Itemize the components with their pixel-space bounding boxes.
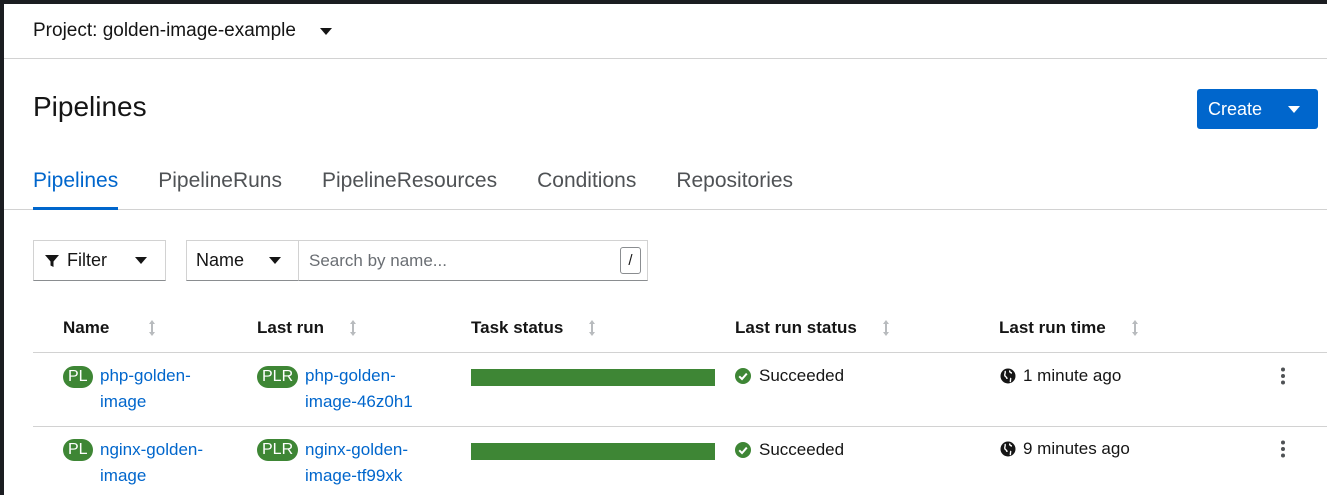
sort-icon bbox=[350, 320, 357, 336]
kebab-icon bbox=[1281, 367, 1285, 385]
tab-pipelineresources[interactable]: PipelineResources bbox=[322, 160, 497, 209]
row-divider bbox=[33, 352, 1327, 353]
tab-pipelines[interactable]: Pipelines bbox=[33, 160, 119, 210]
run-time: 1 minute ago bbox=[1000, 366, 1121, 386]
create-button[interactable]: Create bbox=[1197, 89, 1318, 129]
filter-label: Filter bbox=[67, 250, 107, 270]
column-header-last-run-status[interactable]: Last run status bbox=[735, 318, 891, 338]
run-time-text: 9 minutes ago bbox=[1023, 439, 1130, 458]
pipelinerun-badge: PLR bbox=[257, 366, 299, 388]
row-actions-kebab[interactable] bbox=[1274, 365, 1292, 387]
row-actions-kebab[interactable] bbox=[1274, 438, 1292, 460]
nav-edge bbox=[0, 0, 4, 495]
pipeline-name-link[interactable]: php-golden- image bbox=[100, 363, 191, 415]
sort-icon bbox=[149, 320, 156, 336]
column-header-label: Name bbox=[63, 318, 110, 337]
create-label: Create bbox=[1208, 98, 1263, 119]
pipelinerun-link[interactable]: php-golden- image-46z0h1 bbox=[305, 363, 413, 415]
globe-icon bbox=[1000, 441, 1016, 457]
pipeline-badge: PL bbox=[63, 366, 93, 388]
search-box: / bbox=[298, 240, 648, 281]
check-circle-icon bbox=[735, 368, 751, 384]
project-bar: Project: golden-image-example bbox=[4, 4, 1327, 59]
column-header-name[interactable]: Name bbox=[63, 318, 157, 338]
caret-down-icon bbox=[1288, 105, 1301, 113]
pipelinerun-badge: PLR bbox=[257, 439, 299, 461]
column-header-label: Last run bbox=[257, 318, 325, 337]
pipelinerun-link[interactable]: nginx-golden- image-tf99xk bbox=[305, 437, 408, 489]
tab-pipelineruns[interactable]: PipelineRuns bbox=[158, 160, 282, 209]
column-header-task-status[interactable]: Task status bbox=[471, 318, 597, 338]
run-status-text: Succeeded bbox=[759, 366, 845, 385]
link-line: php-golden- bbox=[305, 366, 396, 385]
globe-icon bbox=[1000, 368, 1016, 384]
column-header-last-run-time[interactable]: Last run time bbox=[999, 318, 1140, 338]
link-line: image-tf99xk bbox=[305, 466, 403, 485]
project-label: Project: golden-image-example bbox=[33, 20, 296, 41]
filter-icon bbox=[45, 254, 59, 267]
search-field-select[interactable]: Name bbox=[186, 240, 299, 281]
search-field-label: Name bbox=[196, 250, 245, 270]
sort-icon bbox=[589, 320, 596, 336]
caret-down-icon bbox=[269, 257, 282, 264]
link-line: php-golden- bbox=[100, 366, 191, 385]
keyboard-shortcut-hint: / bbox=[620, 247, 641, 274]
link-line: image-46z0h1 bbox=[305, 392, 413, 411]
link-line: nginx-golden- bbox=[305, 440, 409, 459]
page-title: Pipelines bbox=[33, 91, 147, 122]
column-header-label: Last run time bbox=[999, 318, 1106, 337]
run-status-text: Succeeded bbox=[759, 440, 845, 459]
caret-down-icon bbox=[135, 257, 147, 264]
check-circle-icon bbox=[735, 442, 751, 458]
row-divider bbox=[33, 426, 1327, 427]
tab-repositories[interactable]: Repositories bbox=[676, 160, 793, 209]
tab-bar: Pipelines PipelineRuns PipelineResources… bbox=[4, 160, 1327, 210]
project-selector[interactable]: Project: golden-image-example bbox=[33, 11, 332, 51]
run-status: Succeeded bbox=[735, 440, 844, 460]
task-status-bar[interactable] bbox=[471, 443, 715, 460]
run-time: 9 minutes ago bbox=[1000, 439, 1130, 459]
column-header-label: Last run status bbox=[735, 318, 857, 337]
link-line: nginx-golden- bbox=[100, 440, 204, 459]
column-header-last-run[interactable]: Last run bbox=[257, 318, 358, 338]
pipeline-badge: PL bbox=[63, 439, 93, 461]
kebab-icon bbox=[1281, 440, 1285, 458]
link-line: image bbox=[100, 466, 147, 485]
link-line: image bbox=[100, 392, 147, 411]
tab-conditions[interactable]: Conditions bbox=[537, 160, 636, 209]
filter-dropdown[interactable]: Filter bbox=[33, 240, 166, 281]
caret-down-icon bbox=[319, 27, 332, 35]
column-header-label: Task status bbox=[471, 318, 564, 337]
sort-icon bbox=[1131, 320, 1138, 336]
pipeline-name-link[interactable]: nginx-golden- image bbox=[100, 437, 203, 489]
task-status-bar[interactable] bbox=[471, 369, 715, 386]
search-input[interactable] bbox=[309, 250, 609, 271]
sort-icon bbox=[882, 320, 889, 336]
run-time-text: 1 minute ago bbox=[1023, 366, 1122, 385]
run-status: Succeeded bbox=[735, 366, 844, 386]
